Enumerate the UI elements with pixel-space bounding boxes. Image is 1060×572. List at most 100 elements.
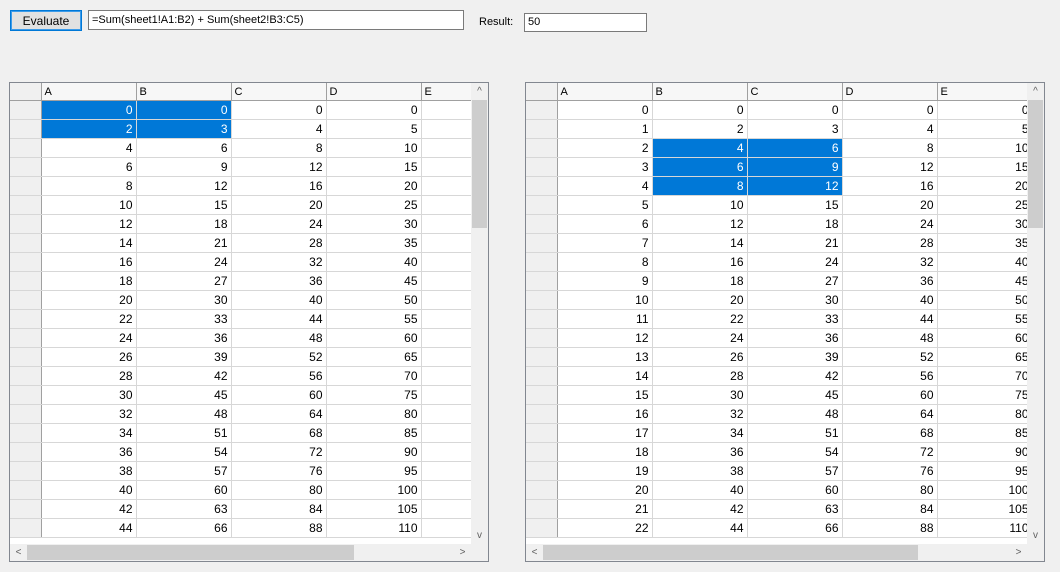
grid-cell[interactable]: 40 bbox=[41, 480, 137, 500]
row-header[interactable] bbox=[526, 499, 558, 519]
grid-cell[interactable]: 60 bbox=[747, 480, 843, 500]
grid-cell[interactable]: 44 bbox=[842, 309, 938, 329]
grid-cell[interactable]: 6 bbox=[557, 214, 653, 234]
grid-cell[interactable]: 95 bbox=[326, 461, 422, 481]
grid-cell[interactable]: 20 bbox=[842, 195, 938, 215]
grid-cell[interactable]: 65 bbox=[326, 347, 422, 367]
grid-cell[interactable]: 2 bbox=[652, 119, 748, 139]
row-header[interactable] bbox=[526, 233, 558, 253]
grid-cell[interactable]: 4 bbox=[231, 119, 327, 139]
grid-cell[interactable]: 5 bbox=[937, 119, 1033, 139]
grid-cell[interactable]: 15 bbox=[557, 385, 653, 405]
grid-cell[interactable]: 51 bbox=[136, 423, 232, 443]
grid-cell[interactable]: 39 bbox=[747, 347, 843, 367]
scroll-down-arrow-icon[interactable]: v bbox=[1027, 527, 1044, 544]
grid-cell[interactable]: 80 bbox=[326, 404, 422, 424]
grid-cell[interactable]: 40 bbox=[326, 252, 422, 272]
grid-cell[interactable]: 105 bbox=[326, 499, 422, 519]
grid-cell[interactable]: 80 bbox=[937, 404, 1033, 424]
row-header[interactable] bbox=[10, 252, 42, 272]
grid-cell[interactable]: 27 bbox=[747, 271, 843, 291]
grid-cell[interactable]: 56 bbox=[842, 366, 938, 386]
grid-cell[interactable]: 36 bbox=[652, 442, 748, 462]
grid-cell[interactable]: 25 bbox=[326, 195, 422, 215]
grid-cell[interactable]: 19 bbox=[557, 461, 653, 481]
grid-cell[interactable]: 13 bbox=[557, 347, 653, 367]
grid-cell[interactable]: 20 bbox=[557, 480, 653, 500]
scroll-up-arrow-icon[interactable]: ^ bbox=[1027, 83, 1044, 100]
grid-cell[interactable]: 24 bbox=[747, 252, 843, 272]
grid-cell[interactable]: 40 bbox=[652, 480, 748, 500]
grid-cell[interactable]: 50 bbox=[326, 290, 422, 310]
grid-cell[interactable]: 25 bbox=[937, 195, 1033, 215]
grid-cell[interactable]: 9 bbox=[136, 157, 232, 177]
sheet2-grid[interactable]: A B C D E 0 0 0 0 0 1 2 3 4 5 2 4 6 8 10 3 6 9 12 15 4 8 12 16 20 5 10 1… bbox=[525, 82, 1045, 562]
grid-cell[interactable]: 40 bbox=[842, 290, 938, 310]
grid-cell[interactable]: 18 bbox=[652, 271, 748, 291]
grid-cell[interactable]: 0 bbox=[326, 100, 422, 120]
grid-cell[interactable]: 20 bbox=[326, 176, 422, 196]
sheet1-hscroll-thumb[interactable] bbox=[27, 545, 354, 560]
grid-cell[interactable]: 0 bbox=[937, 100, 1033, 120]
grid-cell[interactable]: 8 bbox=[652, 176, 748, 196]
grid-cell[interactable]: 42 bbox=[41, 499, 137, 519]
grid-cell[interactable]: 30 bbox=[937, 214, 1033, 234]
grid-cell[interactable]: 21 bbox=[136, 233, 232, 253]
grid-cell[interactable]: 6 bbox=[41, 157, 137, 177]
grid-cell[interactable]: 68 bbox=[842, 423, 938, 443]
column-header-c[interactable]: C bbox=[231, 83, 327, 101]
scroll-left-arrow-icon[interactable]: < bbox=[526, 544, 543, 561]
grid-cell[interactable]: 10 bbox=[41, 195, 137, 215]
grid-cell[interactable]: 24 bbox=[652, 328, 748, 348]
grid-cell[interactable]: 27 bbox=[136, 271, 232, 291]
grid-cell[interactable]: 76 bbox=[231, 461, 327, 481]
grid-cell[interactable]: 30 bbox=[652, 385, 748, 405]
grid-cell[interactable]: 30 bbox=[747, 290, 843, 310]
grid-cell[interactable]: 5 bbox=[326, 119, 422, 139]
row-header[interactable] bbox=[526, 214, 558, 234]
sheet1-horizontal-scrollbar[interactable]: < > bbox=[10, 544, 471, 561]
grid-cell[interactable]: 33 bbox=[136, 309, 232, 329]
grid-cell[interactable]: 24 bbox=[136, 252, 232, 272]
grid-cell[interactable]: 32 bbox=[41, 404, 137, 424]
grid-cell[interactable]: 16 bbox=[557, 404, 653, 424]
row-header[interactable] bbox=[10, 176, 42, 196]
grid-cell[interactable]: 28 bbox=[231, 233, 327, 253]
grid-cell[interactable]: 52 bbox=[231, 347, 327, 367]
formula-input[interactable]: =Sum(sheet1!A1:B2) + Sum(sheet2!B3:C5) bbox=[88, 10, 464, 30]
grid-cell[interactable]: 64 bbox=[231, 404, 327, 424]
grid-cell[interactable]: 0 bbox=[41, 100, 137, 120]
grid-cell[interactable]: 1 bbox=[557, 119, 653, 139]
grid-cell[interactable]: 26 bbox=[41, 347, 137, 367]
grid-cell[interactable]: 45 bbox=[937, 271, 1033, 291]
grid-cell[interactable]: 45 bbox=[326, 271, 422, 291]
grid-cell[interactable]: 3 bbox=[136, 119, 232, 139]
grid-cell[interactable]: 36 bbox=[747, 328, 843, 348]
grid-cell[interactable]: 60 bbox=[937, 328, 1033, 348]
row-header[interactable] bbox=[10, 480, 42, 500]
row-header[interactable] bbox=[526, 176, 558, 196]
grid-cell[interactable]: 12 bbox=[842, 157, 938, 177]
row-header[interactable] bbox=[10, 385, 42, 405]
grid-cell[interactable]: 32 bbox=[652, 404, 748, 424]
grid-cell[interactable]: 95 bbox=[937, 461, 1033, 481]
grid-cell[interactable]: 85 bbox=[937, 423, 1033, 443]
grid-cell[interactable]: 24 bbox=[842, 214, 938, 234]
row-header[interactable] bbox=[10, 214, 42, 234]
grid-cell[interactable]: 10 bbox=[937, 138, 1033, 158]
grid-cell[interactable]: 12 bbox=[136, 176, 232, 196]
grid-cell[interactable]: 20 bbox=[231, 195, 327, 215]
grid-cell[interactable]: 21 bbox=[557, 499, 653, 519]
grid-cell[interactable]: 42 bbox=[136, 366, 232, 386]
grid-cell[interactable]: 20 bbox=[41, 290, 137, 310]
grid-cell[interactable]: 16 bbox=[842, 176, 938, 196]
grid-cell[interactable]: 8 bbox=[842, 138, 938, 158]
sheet2-hscroll-thumb[interactable] bbox=[543, 545, 918, 560]
grid-cell[interactable]: 28 bbox=[842, 233, 938, 253]
row-header[interactable] bbox=[10, 328, 42, 348]
grid-cell[interactable]: 44 bbox=[41, 518, 137, 538]
column-header-b[interactable]: B bbox=[652, 83, 748, 101]
grid-cell[interactable]: 40 bbox=[937, 252, 1033, 272]
grid-cell[interactable]: 30 bbox=[136, 290, 232, 310]
grid-cell[interactable]: 54 bbox=[136, 442, 232, 462]
